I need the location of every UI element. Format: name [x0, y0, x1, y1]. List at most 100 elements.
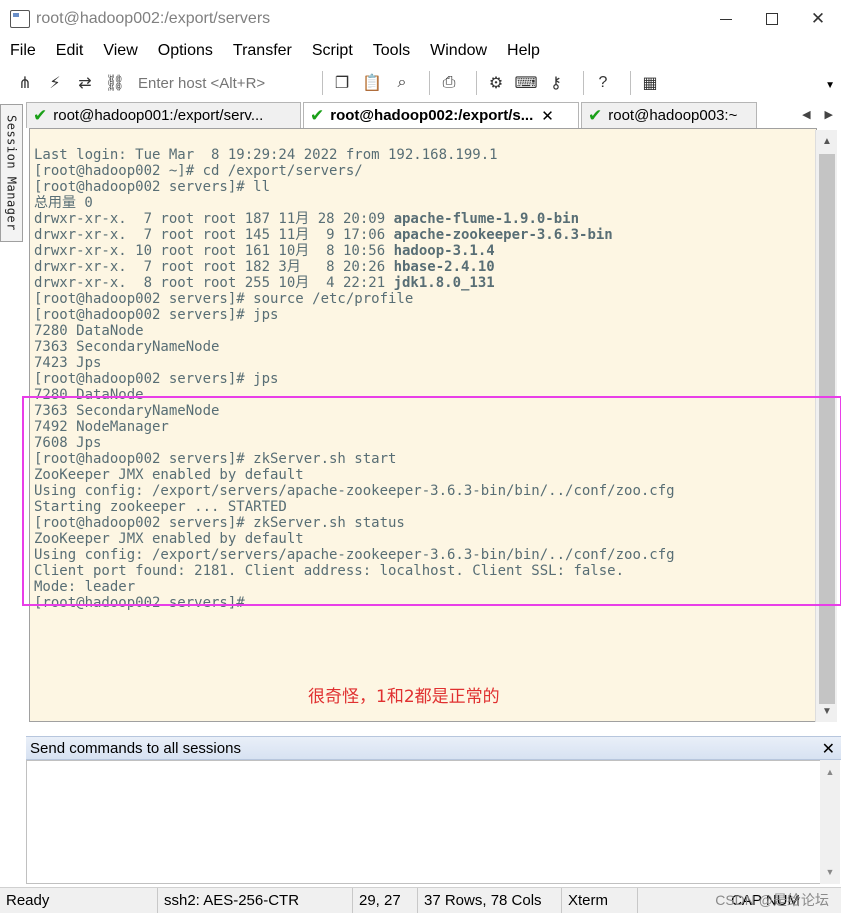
scroll-down-icon[interactable]: ▼ [816, 702, 838, 720]
terminal-line: [root@hadoop002 servers]# zkServer.sh st… [34, 515, 405, 531]
scroll-down-icon[interactable]: ▼ [820, 864, 840, 880]
terminal-line: drwxr-xr-x. 7 root root 182 3月 8 20:26 [34, 259, 394, 275]
terminal-line: 7363 SecondaryNameNode [34, 403, 220, 419]
key-icon[interactable]: ⚷ [545, 72, 567, 94]
terminal-line: Client port found: 2181. Client address:… [34, 563, 625, 579]
copy-icon[interactable]: ❐ [331, 72, 353, 94]
close-tab-icon[interactable]: ✕ [541, 107, 554, 125]
maximize-button[interactable] [749, 0, 795, 38]
menu-options[interactable]: Options [158, 42, 213, 60]
annotation-text: 很奇怪，1和2都是正常的 [308, 687, 500, 707]
find-binoculars-icon[interactable]: ⌕ [391, 72, 413, 94]
minimize-icon [720, 18, 732, 20]
tab-hadoop001[interactable]: ✔ root@hadoop001:/export/serv... [26, 102, 301, 128]
tab-hadoop003[interactable]: ✔ root@hadoop003:~ [581, 102, 757, 128]
terminal-line: [root@hadoop002 servers]# source /etc/pr… [34, 291, 414, 307]
connected-check-icon: ✔ [33, 105, 48, 125]
tab-scroll-left-icon[interactable]: ◀ [802, 108, 810, 121]
send-commands-header: Send commands to all sessions ✕ [26, 736, 841, 760]
menu-transfer[interactable]: Transfer [233, 42, 292, 60]
scroll-up-icon[interactable]: ▲ [816, 132, 838, 150]
terminal-line: Starting zookeeper ... STARTED [34, 499, 287, 515]
terminal-line: Last login: Tue Mar 8 19:29:24 2022 from… [34, 147, 498, 163]
close-send-pane-icon[interactable]: ✕ [822, 739, 835, 759]
toolbar-separator [322, 71, 323, 95]
terminal-line: [root@hadoop002 servers]# jps [34, 371, 279, 387]
terminal-line: 7423 Jps [34, 355, 102, 371]
status-protocol: ssh2: AES-256-CTR [158, 887, 353, 913]
connected-check-icon: ✔ [310, 105, 325, 125]
menu-view[interactable]: View [103, 42, 137, 60]
tab-label: root@hadoop002:/export/s... [330, 107, 534, 124]
menu-script[interactable]: Script [312, 42, 353, 60]
keymap-icon[interactable]: ⌨ [514, 72, 537, 94]
terminal-line: drwxr-xr-x. 7 root root 145 11月 9 17:06 [34, 227, 394, 243]
terminal-output: Last login: Tue Mar 8 19:29:24 2022 from… [34, 131, 675, 627]
send-pane-scrollbar[interactable]: ▲ ▼ [820, 760, 840, 884]
terminal-line: [root@hadoop002 servers]# zkServer.sh st… [34, 451, 397, 467]
toolbar-separator [476, 71, 477, 95]
paste-icon[interactable]: 📋 [361, 72, 383, 94]
tab-scroll-right-icon[interactable]: ▶ [825, 108, 833, 121]
status-size: 37 Rows, 78 Cols [418, 887, 562, 913]
toolbar-separator [429, 71, 430, 95]
disconnect-icon[interactable]: ⛓ [104, 72, 126, 94]
settings-gear-icon[interactable]: ⚙ [485, 72, 507, 94]
lightning-connect-icon[interactable]: ⚡ [44, 72, 66, 94]
dir-name: apache-zookeeper-3.6.3-bin [393, 227, 613, 243]
maximize-icon [766, 13, 778, 25]
terminal-line: [root@hadoop002 servers]# jps [34, 307, 279, 323]
session-tabs: ✔ root@hadoop001:/export/serv... ✔ root@… [26, 102, 841, 128]
connect-tree-icon[interactable]: ⋔ [14, 72, 36, 94]
terminal-line: drwxr-xr-x. 8 root root 255 10月 4 22:21 [34, 275, 394, 291]
minimize-button[interactable] [703, 0, 749, 38]
terminal-line: 7363 SecondaryNameNode [34, 339, 220, 355]
scroll-thumb[interactable] [819, 154, 835, 704]
scroll-up-icon[interactable]: ▲ [820, 764, 840, 780]
watermark: CSDN @是给论坛 [715, 892, 829, 908]
toolbar: ⋔ ⚡ ⇄ ⛓ ❐ 📋 ⌕ ⎙ ⚙ ⌨ ⚷ ? ▦ ▼ [0, 66, 841, 100]
host-input[interactable] [134, 72, 314, 94]
tab-hadoop002[interactable]: ✔ root@hadoop002:/export/s... ✕ [303, 102, 579, 128]
menu-bar: File Edit View Options Transfer Script T… [0, 38, 841, 64]
terminal-line: ZooKeeper JMX enabled by default [34, 531, 304, 547]
dir-name: apache-flume-1.9.0-bin [393, 211, 580, 227]
terminal-line: [root@hadoop002 servers]# [34, 595, 254, 611]
terminal-app-icon [10, 10, 30, 28]
menu-edit[interactable]: Edit [56, 42, 84, 60]
tab-label: root@hadoop003:~ [608, 107, 738, 124]
close-window-button[interactable]: ✕ [795, 0, 841, 38]
menu-help[interactable]: Help [507, 42, 540, 60]
terminal-screen[interactable]: Last login: Tue Mar 8 19:29:24 2022 from… [29, 128, 817, 722]
send-commands-input[interactable] [26, 760, 822, 884]
dir-name: jdk1.8.0_131 [393, 275, 495, 291]
send-commands-label: Send commands to all sessions [30, 739, 241, 757]
terminal-line: 7492 NodeManager [34, 419, 169, 435]
help-icon[interactable]: ? [592, 72, 614, 94]
terminal-line: 7280 DataNode [34, 387, 144, 403]
status-emulation: Xterm [562, 887, 638, 913]
toolbar-dropdown-icon[interactable]: ▼ [825, 80, 835, 91]
tab-label: root@hadoop001:/export/serv... [53, 107, 264, 124]
menu-file[interactable]: File [10, 42, 36, 60]
tab-scroll-arrows: ◀ ▶ [788, 108, 833, 121]
toolbar-separator [583, 71, 584, 95]
session-manager-label: Session Manager [4, 115, 19, 231]
session-manager-tab[interactable]: Session Manager [0, 104, 23, 242]
terminal-line: [root@hadoop002 servers]# ll [34, 179, 271, 195]
print-icon[interactable]: ⎙ [438, 72, 460, 94]
window-title: root@hadoop002:/export/servers [36, 10, 271, 27]
terminal-line: 总用量 0 [34, 195, 93, 211]
connected-check-icon: ✔ [588, 105, 603, 125]
terminal-scrollbar[interactable]: ▲ ▼ [815, 130, 837, 722]
title-bar: root@hadoop002:/export/servers ✕ [0, 0, 841, 38]
reconnect-icon[interactable]: ⇄ [74, 72, 96, 94]
terminal-line: ZooKeeper JMX enabled by default [34, 467, 304, 483]
terminal-line: Mode: leader [34, 579, 136, 595]
status-ready: Ready [0, 887, 158, 913]
window-controls: ✕ [703, 0, 841, 38]
menu-tools[interactable]: Tools [373, 42, 410, 60]
sftp-icon[interactable]: ▦ [639, 72, 661, 94]
terminal-line: Using config: /export/servers/apache-zoo… [34, 483, 675, 499]
menu-window[interactable]: Window [430, 42, 487, 60]
